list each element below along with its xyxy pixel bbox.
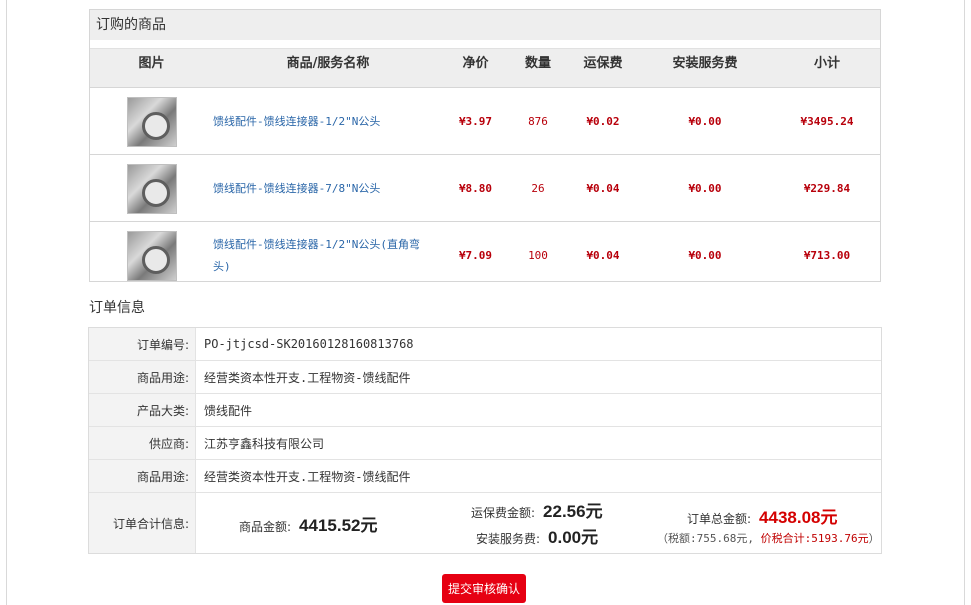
install-fee: ¥0.00 [688, 115, 722, 128]
install-amount: 安装服务费: 0.00元 [476, 523, 598, 548]
install-amount-label: 安装服务费: [476, 532, 541, 546]
info-label: 商品用途: [89, 460, 196, 492]
info-row-usage: 商品用途: 经营类资本性开支.工程物资-馈线配件 [89, 361, 881, 394]
total-amount: 订单总金额: 4438.08元 [687, 503, 838, 528]
header-price: 净价 [462, 56, 489, 71]
header-shipping: 运保费 [583, 56, 623, 71]
goods-table-header: 图片 商品/服务名称 净价 数量 运保费 安装服务费 小计 [90, 48, 880, 88]
usage-value: 经营类资本性开支.工程物资-馈线配件 [204, 370, 411, 385]
net-price: ¥7.09 [458, 249, 493, 262]
goods-amount-value: 4415.52元 [299, 516, 378, 535]
total-amount-value: 4438.08元 [759, 508, 838, 527]
order-number-value: PO-jtjcsd-SK20160128160813768 [204, 337, 414, 351]
quantity: 876 [528, 115, 548, 128]
install-fee: ¥0.00 [688, 182, 722, 195]
goods-row: 馈线配件-馈线连接器-1/2"N公头(直角弯头) ¥7.09 100 ¥0.04… [90, 222, 880, 289]
quantity: 26 [531, 182, 545, 195]
info-row-supplier: 供应商: 江苏亨鑫科技有限公司 [89, 427, 881, 460]
total-amount-label: 订单总金额: [687, 512, 752, 526]
info-row-usage-2: 商品用途: 经营类资本性开支.工程物资-馈线配件 [89, 460, 881, 493]
shipping-amount-label: 运保费金额: [471, 506, 536, 520]
shipping-amount-value: 22.56元 [543, 502, 603, 521]
product-image[interactable] [126, 163, 177, 214]
info-label: 订单合计信息: [89, 493, 196, 553]
product-name-link[interactable]: 馈线配件-馈线连接器-1/2"N公头 [213, 88, 433, 155]
goods-row: 馈线配件-馈线连接器-1/2"N公头 ¥3.97 876 ¥0.02 ¥0.00… [90, 88, 880, 155]
tax-close: ） [868, 532, 880, 545]
subtotal: ¥3495.24 [800, 115, 854, 128]
usage-value: 经营类资本性开支.工程物资-馈线配件 [204, 469, 411, 484]
shipping-fee: ¥0.04 [586, 182, 620, 195]
supplier-value: 江苏亨鑫科技有限公司 [204, 436, 325, 451]
goods-row: 馈线配件-馈线连接器-7/8"N公头 ¥8.80 26 ¥0.04 ¥0.00 … [90, 155, 880, 222]
goods-amount-label: 商品金额: [239, 520, 292, 534]
header-name: 商品/服务名称 [286, 56, 370, 71]
category-value: 馈线配件 [204, 403, 253, 418]
info-label: 供应商: [89, 427, 196, 459]
product-image[interactable] [126, 230, 177, 281]
header-image: 图片 [138, 56, 165, 71]
tax-total-label: 价税合计: [760, 532, 812, 545]
subtotal: ¥713.00 [803, 249, 851, 262]
net-price: ¥8.80 [458, 182, 493, 195]
info-row-summary: 订单合计信息: 商品金额: 4415.52元 运保费金额: 22.56元 安装服… [89, 493, 881, 553]
goods-amount: 商品金额: 4415.52元 [239, 511, 378, 536]
tax-total-value: 5193.76元 [811, 532, 869, 545]
product-name-link[interactable]: 馈线配件-馈线连接器-1/2"N公头(直角弯头) [213, 222, 433, 289]
header-qty: 数量 [524, 56, 551, 71]
submit-review-button[interactable]: 提交审核确认 [442, 574, 526, 603]
info-row-category: 产品大类: 馈线配件 [89, 394, 881, 427]
order-info-heading: 订单信息 [89, 300, 145, 316]
ordered-goods-panel: 订购的商品 图片 商品/服务名称 净价 数量 运保费 安装服务费 小计 馈线配件… [89, 9, 881, 282]
page-border-right [964, 0, 965, 605]
header-subtotal: 小计 [813, 56, 840, 71]
ordered-goods-title: 订购的商品 [90, 10, 880, 40]
order-info-table: 订单编号: PO-jtjcsd-SK20160128160813768 商品用途… [88, 327, 882, 554]
shipping-fee: ¥0.02 [586, 115, 620, 128]
tax-open: （税额: [657, 532, 697, 545]
quantity: 100 [528, 249, 548, 262]
tax-amount: 755.68元, [696, 532, 754, 545]
info-label: 产品大类: [89, 394, 196, 426]
header-install: 安装服务费 [672, 56, 738, 71]
product-name-link[interactable]: 馈线配件-馈线连接器-7/8"N公头 [213, 155, 433, 222]
install-amount-value: 0.00元 [548, 528, 599, 547]
info-label: 商品用途: [89, 361, 196, 393]
shipping-amount: 运保费金额: 22.56元 [471, 497, 603, 522]
page-border-left [6, 0, 7, 605]
info-label: 订单编号: [89, 328, 196, 360]
tax-line: （税额:755.68元, 价税合计:5193.76元） [657, 530, 880, 546]
info-row-order-number: 订单编号: PO-jtjcsd-SK20160128160813768 [89, 328, 881, 361]
product-image[interactable] [126, 96, 177, 147]
install-fee: ¥0.00 [688, 249, 722, 262]
shipping-fee: ¥0.04 [586, 249, 620, 262]
subtotal: ¥229.84 [803, 182, 851, 195]
net-price: ¥3.97 [458, 115, 493, 128]
